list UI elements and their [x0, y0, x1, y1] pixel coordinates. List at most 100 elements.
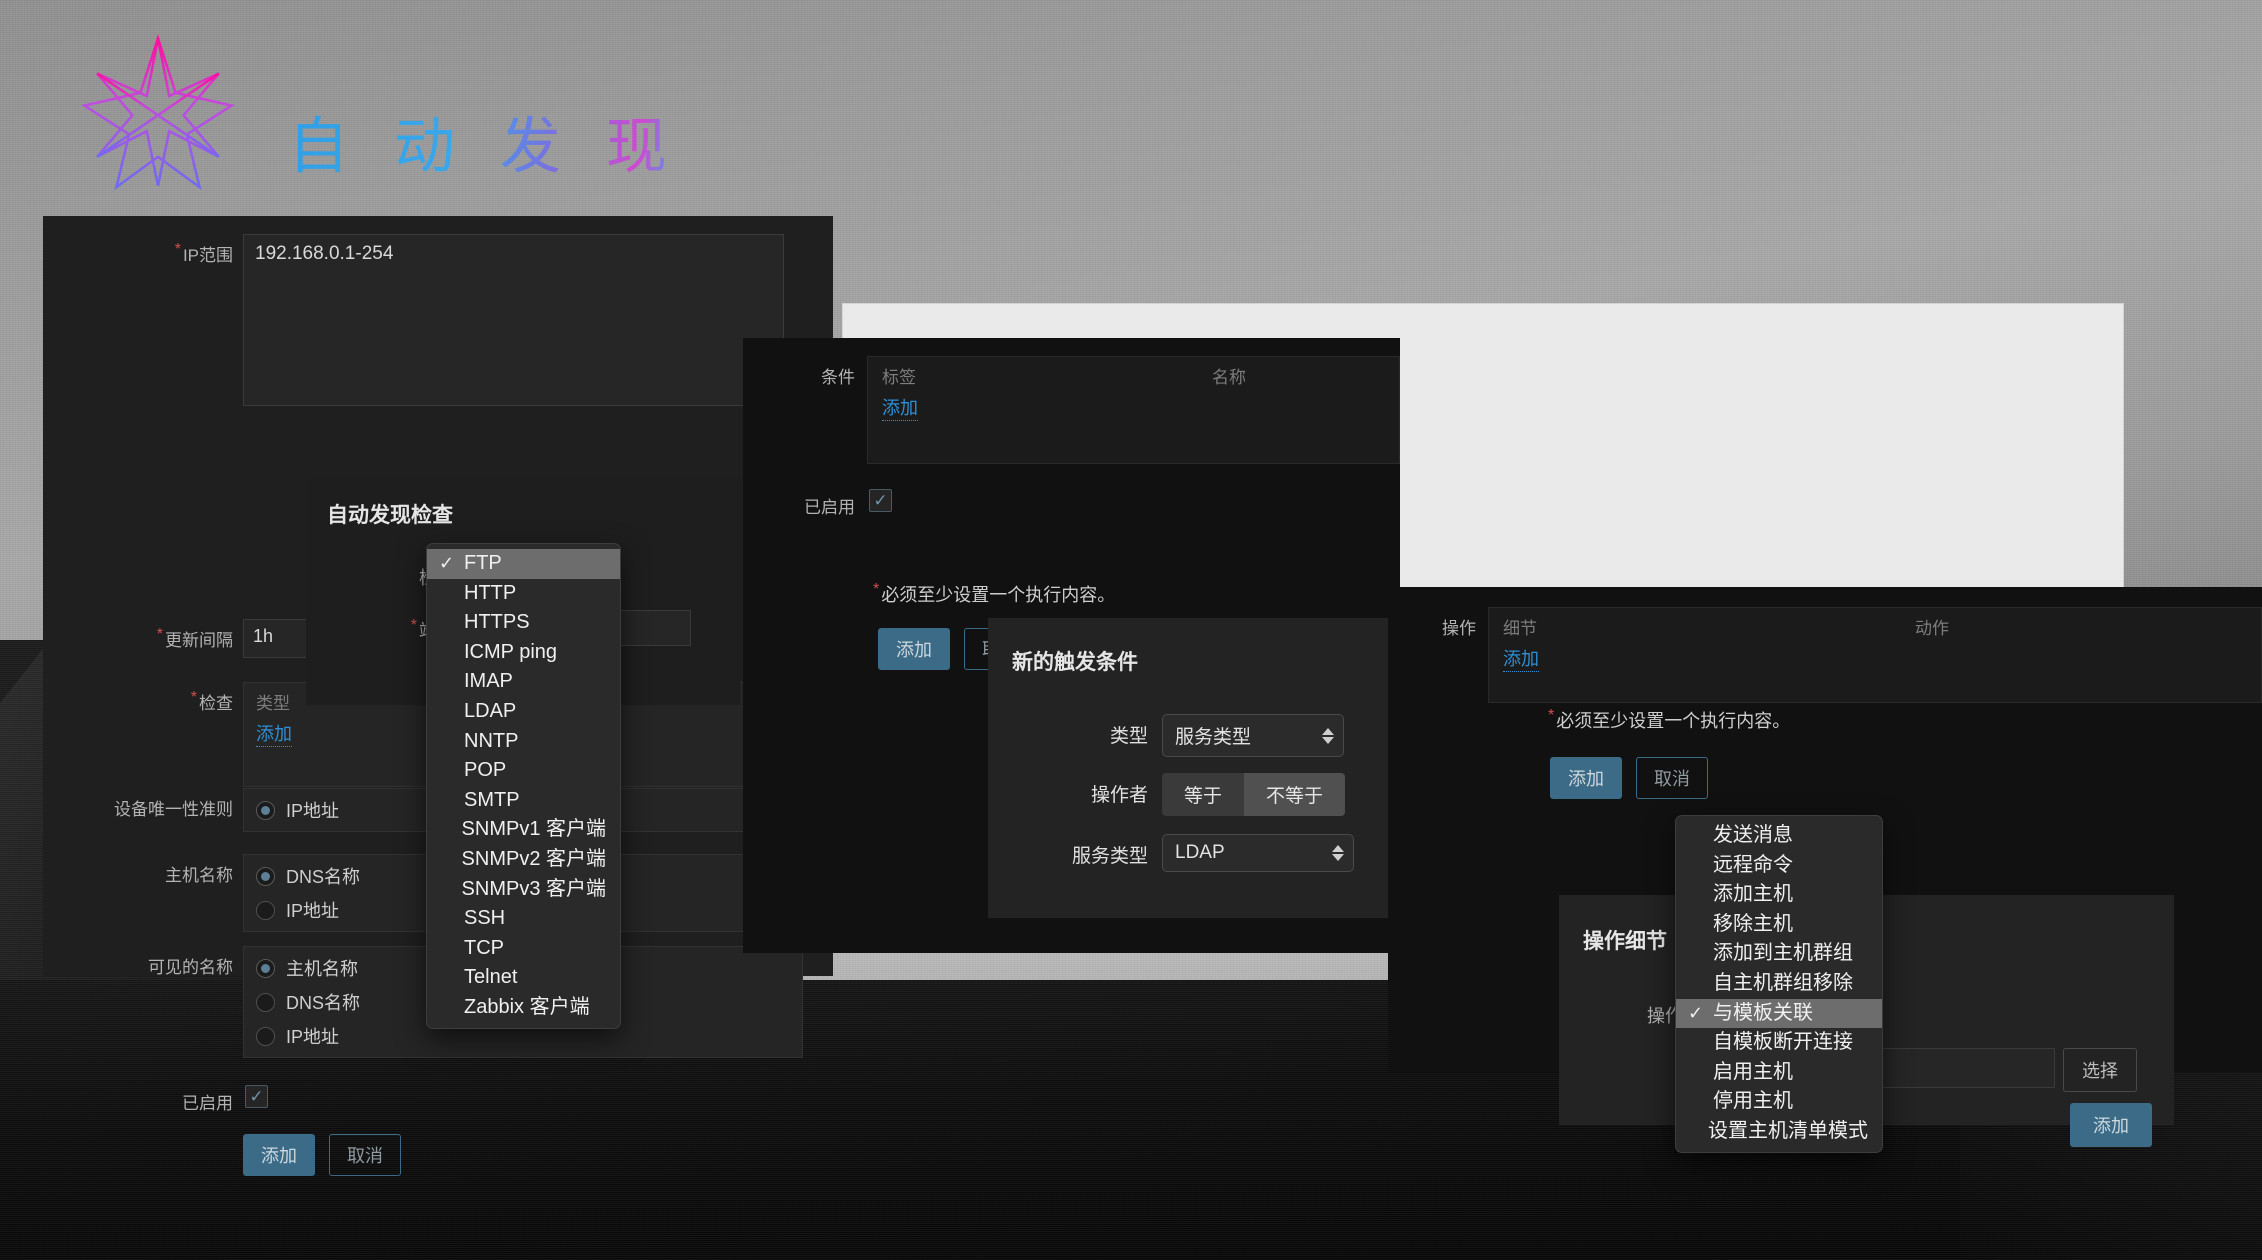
menu-item-zabbix-agent[interactable]: Zabbix 客户端: [427, 993, 620, 1023]
menu-item-pop[interactable]: POP: [427, 756, 620, 786]
menu-item-disable-host[interactable]: 停用主机: [1676, 1087, 1882, 1117]
operations-column-action: 动作: [1915, 619, 1949, 638]
ip-range-label: * IP范围: [174, 241, 233, 265]
radio-indicator: [256, 958, 275, 978]
service-type-label: 服务类型: [1071, 846, 1148, 867]
menu-item-snmpv1-agent[interactable]: SNMPv1 客户端: [427, 815, 620, 845]
menu-item-label: SMTP: [464, 788, 520, 811]
menu-item-label: NNTP: [464, 729, 519, 752]
menu-item-label: 远程命令: [1713, 853, 1793, 876]
menu-item-label: IMAP: [464, 670, 513, 693]
template-select-button[interactable]: 选择: [2063, 1048, 2137, 1092]
radio-label: IP地址: [286, 801, 340, 821]
menu-item-label: POP: [464, 759, 507, 782]
enabled-label: 已启用: [182, 1094, 233, 1113]
radio-indicator: [256, 1026, 275, 1046]
menu-item-label: SNMPv2 客户端: [461, 847, 606, 870]
operator-option-equals[interactable]: 等于: [1162, 773, 1245, 816]
radio-label: IP地址: [286, 901, 340, 921]
check-icon: ✓: [1687, 1002, 1704, 1023]
menu-item-label: 启用主机: [1713, 1060, 1793, 1083]
menu-item-enable-host[interactable]: 启用主机: [1676, 1058, 1882, 1088]
menu-item-send-message[interactable]: 发送消息: [1676, 821, 1882, 851]
new-condition-dialog-title: 新的触发条件: [1012, 651, 1138, 674]
radio-indicator: [256, 800, 275, 820]
action-enabled-checkbox[interactable]: ✓: [869, 489, 892, 512]
menu-item-label: HTTP: [464, 581, 517, 604]
menu-item-label: 停用主机: [1713, 1090, 1793, 1113]
condition-operator-label: 操作者: [1090, 785, 1148, 806]
conditions-add-link[interactable]: 添加: [882, 397, 918, 421]
menu-item-link-to-template[interactable]: ✓ 与模板关联: [1676, 998, 1882, 1029]
service-type-value: LDAP: [1175, 842, 1225, 863]
menu-item-label: 与模板关联: [1713, 1001, 1813, 1024]
conditions-column-label: 标签: [882, 368, 916, 387]
operations-cancel-button[interactable]: 取消: [1636, 757, 1708, 799]
check-type-menu[interactable]: ✓ FTP HTTP HTTPS ICMP ping IMAP LDAP NNT…: [426, 543, 621, 1029]
action-enabled-label: 已启用: [804, 498, 855, 517]
radio-label: DNS名称: [286, 867, 361, 887]
operator-option-not-equals[interactable]: 不等于: [1244, 773, 1346, 816]
operations-column-detail: 细节: [1503, 619, 1537, 638]
menu-item-label: SNMPv1 客户端: [461, 818, 606, 841]
menu-item-add-to-host-group[interactable]: 添加到主机群组: [1676, 939, 1882, 969]
menu-item-label: HTTPS: [464, 611, 530, 634]
menu-item-ldap[interactable]: LDAP: [427, 697, 620, 727]
radio-indicator: [256, 992, 275, 1012]
visible-name-label: 可见的名称: [148, 958, 233, 977]
menu-item-icmp-ping[interactable]: ICMP ping: [427, 638, 620, 668]
condition-operator-segmented[interactable]: 等于 不等于: [1162, 773, 1346, 816]
menu-item-remove-from-host-group[interactable]: 自主机群组移除: [1676, 969, 1882, 999]
menu-item-ftp[interactable]: ✓ FTP: [427, 549, 620, 579]
service-type-select[interactable]: LDAP: [1162, 834, 1354, 872]
radio-label: 主机名称: [286, 959, 358, 979]
menu-item-smtp[interactable]: SMTP: [427, 786, 620, 816]
required-marker: *: [1548, 707, 1555, 724]
menu-item-remove-host[interactable]: 移除主机: [1676, 910, 1882, 940]
operations-add-button[interactable]: 添加: [1550, 757, 1622, 799]
menu-item-label: SNMPv3 客户端: [461, 877, 606, 900]
menu-item-set-host-inventory-mode[interactable]: 设置主机清单模式: [1676, 1117, 1882, 1147]
action-error-note: * 必须至少设置一个执行内容。: [873, 581, 1116, 605]
menu-item-https[interactable]: HTTPS: [427, 608, 620, 638]
enabled-checkbox[interactable]: ✓: [245, 1085, 268, 1108]
menu-item-add-host[interactable]: 添加主机: [1676, 880, 1882, 910]
discovery-cancel-button[interactable]: 取消: [329, 1134, 401, 1176]
menu-item-ssh[interactable]: SSH: [427, 904, 620, 934]
menu-item-unlink-from-template[interactable]: 自模板断开连接: [1676, 1028, 1882, 1058]
menu-item-label: Zabbix 客户端: [464, 995, 590, 1018]
menu-item-label: SSH: [464, 907, 506, 930]
menu-item-label: 设置主机清单模式: [1708, 1119, 1868, 1142]
checks-add-link[interactable]: 添加: [256, 723, 292, 747]
menu-item-telnet[interactable]: Telnet: [427, 963, 620, 993]
required-marker: *: [174, 241, 181, 258]
discovery-add-button[interactable]: 添加: [243, 1134, 315, 1176]
operations-add-link[interactable]: 添加: [1503, 648, 1539, 672]
ip-range-input[interactable]: 192.168.0.1-254: [255, 243, 393, 264]
condition-type-select[interactable]: 服务类型: [1162, 714, 1344, 757]
stepper-arrows-icon: [1332, 845, 1344, 861]
operation-details-add-button[interactable]: 添加: [2070, 1103, 2152, 1147]
new-condition-dialog: 新的触发条件 类型 服务类型 操作者 等于 不等于 服务类型 LDAP: [988, 618, 1388, 918]
condition-type-value: 服务类型: [1175, 727, 1252, 748]
action-add-button[interactable]: 添加: [878, 628, 950, 670]
menu-item-http[interactable]: HTTP: [427, 579, 620, 609]
required-marker: *: [873, 581, 880, 598]
menu-item-remote-command[interactable]: 远程命令: [1676, 851, 1882, 881]
operation-type-menu[interactable]: 发送消息 远程命令 添加主机 移除主机 添加到主机群组 自主机群组移除 ✓ 与模…: [1675, 815, 1883, 1153]
menu-item-snmpv3-agent[interactable]: SNMPv3 客户端: [427, 875, 620, 905]
menu-item-label: 添加到主机群组: [1713, 942, 1853, 965]
menu-item-label: 发送消息: [1713, 824, 1793, 846]
menu-item-label: 自模板断开连接: [1713, 1031, 1853, 1054]
radio-indicator: [256, 900, 275, 920]
menu-item-tcp[interactable]: TCP: [427, 934, 620, 964]
menu-item-nntp[interactable]: NNTP: [427, 727, 620, 757]
conditions-column-name: 名称: [1212, 368, 1246, 387]
seven-point-star-icon: [78, 32, 238, 192]
menu-item-snmpv2-agent[interactable]: SNMPv2 客户端: [427, 845, 620, 875]
checks-label: * 检查: [190, 689, 233, 713]
menu-item-label: FTP: [464, 552, 502, 574]
operations-error-note: * 必须至少设置一个执行内容。: [1548, 707, 1791, 731]
conditions-label: 条件: [821, 368, 855, 387]
menu-item-imap[interactable]: IMAP: [427, 667, 620, 697]
